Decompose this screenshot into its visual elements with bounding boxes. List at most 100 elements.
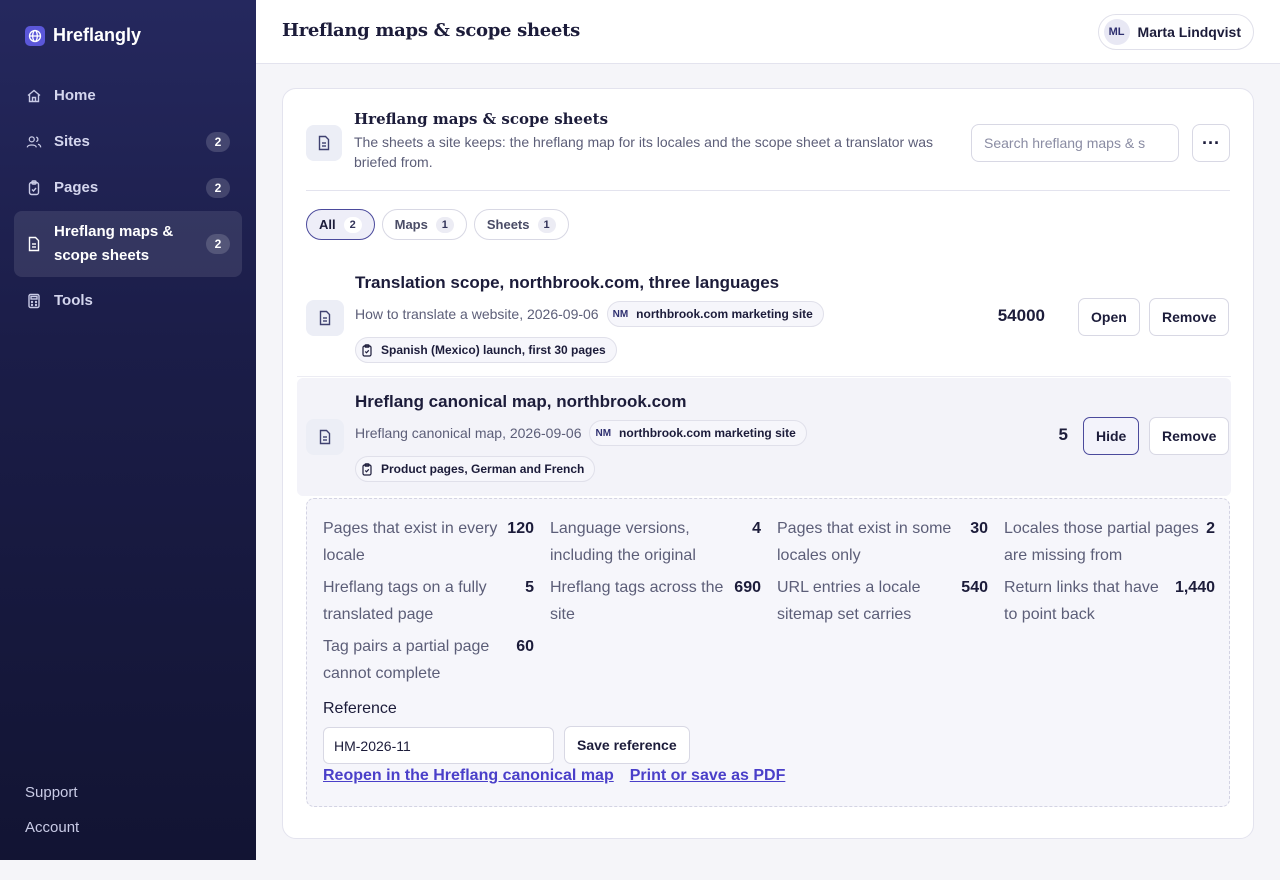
clipboard-icon	[26, 179, 42, 196]
stat-value: 4	[752, 520, 761, 537]
row-title[interactable]: Translation scope, northbrook.com, three…	[355, 273, 779, 293]
tab-label: All	[319, 217, 336, 232]
stat-value: 540	[961, 579, 988, 596]
stat-label: Pages that exist in some locales only	[777, 520, 952, 564]
document-icon	[306, 419, 344, 455]
remove-button[interactable]: Remove	[1149, 417, 1230, 455]
clipboard-icon	[361, 343, 373, 357]
users-icon	[26, 134, 42, 150]
sidebar: Hreflangly Home Sites 2 Pages 2 Hreflang…	[0, 0, 256, 860]
stats-grid: Pages that exist in every locale 120 Lang…	[323, 515, 1215, 687]
list-item: Translation scope, northbrook.com, three…	[297, 259, 1231, 377]
document-icon	[306, 125, 342, 161]
stat-label: URL entries a locale sitemap set carries	[777, 579, 921, 623]
stat-item: Language versions, including the origina…	[550, 515, 761, 569]
row-title[interactable]: Hreflang canonical map, northbrook.com	[355, 392, 687, 412]
site-avatar: NM	[612, 308, 629, 320]
site-name: northbrook.com marketing site	[636, 307, 813, 321]
user-menu[interactable]: ML Marta Lindqvist	[1097, 14, 1254, 50]
document-icon	[306, 300, 344, 336]
reference-input[interactable]	[323, 727, 554, 764]
support-link[interactable]: Support	[25, 784, 78, 801]
more-icon: ···	[1202, 132, 1220, 153]
tab-sheets[interactable]: Sheets 1	[473, 209, 569, 240]
print-link[interactable]: Print or save as PDF	[630, 767, 786, 785]
account-link[interactable]: Account	[25, 819, 79, 836]
stat-item: Return links that have to point back 1,44…	[1004, 574, 1215, 628]
filter-tabs: All 2 Maps 1 Sheets 1	[306, 209, 569, 240]
page-name: Spanish (Mexico) launch, first 30 pages	[381, 343, 606, 357]
site-chip[interactable]: NM northbrook.com marketing site	[606, 301, 824, 327]
more-options-button[interactable]: ···	[1192, 124, 1230, 162]
reopen-link[interactable]: Reopen in the Hreflang canonical map	[323, 767, 614, 785]
hide-button[interactable]: Hide	[1083, 417, 1140, 455]
count-badge: 2	[206, 131, 230, 152]
tab-maps[interactable]: Maps 1	[381, 209, 467, 240]
sidebar-item-label: Tools	[54, 291, 93, 309]
site-name: northbrook.com marketing site	[619, 426, 796, 440]
stat-item: URL entries a locale sitemap set carries…	[777, 574, 988, 628]
sidebar-item-hreflang-maps[interactable]: Hreflang maps & scope sheets 2	[14, 211, 242, 277]
page-name: Product pages, German and French	[381, 462, 585, 476]
list-item: Hreflang canonical map, northbrook.com H…	[297, 378, 1231, 496]
stat-label: Language versions, including the origina…	[550, 520, 696, 564]
open-button[interactable]: Open	[1078, 298, 1140, 336]
save-reference-button[interactable]: Save reference	[564, 726, 690, 764]
globe-icon	[25, 25, 45, 46]
stat-value: 2	[1206, 520, 1215, 537]
stat-value: 30	[970, 520, 988, 537]
stat-item: Hreflang tags on a fully translated page…	[323, 574, 534, 628]
sidebar-item-sites[interactable]: Sites 2	[14, 119, 242, 164]
detail-panel: Pages that exist in every locale 120 Lang…	[306, 498, 1230, 807]
remove-button[interactable]: Remove	[1149, 298, 1230, 336]
stat-value: 120	[507, 520, 534, 537]
site-chip[interactable]: NM northbrook.com marketing site	[589, 420, 807, 446]
brand-name: Hreflangly	[53, 25, 142, 45]
home-icon	[26, 88, 42, 104]
row-subtitle: Hreflang canonical map, 2026-09-06	[355, 425, 582, 441]
count-badge: 2	[206, 234, 230, 254]
sidebar-item-home[interactable]: Home	[14, 73, 242, 118]
brand[interactable]: Hreflangly	[25, 25, 141, 46]
sidebar-nav: Home Sites 2 Pages 2 Hreflang maps & sco…	[14, 73, 242, 324]
page-chip[interactable]: Product pages, German and French	[355, 456, 596, 482]
sheets-card: Hreflang maps & scope sheets The sheets …	[282, 88, 1254, 839]
calculator-icon	[26, 293, 42, 309]
panel-links: Reopen in the Hreflang canonical map Pri…	[323, 767, 785, 785]
stat-value: 1,440	[1174, 579, 1215, 596]
page-title: Hreflang maps & scope sheets	[282, 20, 580, 41]
card-description: The sheets a site keeps: the hreflang ma…	[354, 134, 933, 170]
row-meta: How to translate a website, 2026-09-06 N…	[355, 301, 824, 327]
sidebar-item-label: Pages	[54, 178, 99, 196]
search-input[interactable]	[971, 124, 1179, 162]
stat-label: Return links that have to point back	[1004, 579, 1159, 623]
stat-value: 60	[516, 638, 534, 655]
sidebar-item-pages[interactable]: Pages 2	[14, 165, 242, 210]
stat-label: Pages that exist in every locale	[323, 520, 498, 564]
row-subtitle: How to translate a website, 2026-09-06	[355, 306, 599, 322]
site-avatar: NM	[595, 427, 612, 439]
stat-value: 5	[525, 579, 534, 596]
tab-label: Maps	[394, 217, 428, 232]
stat-item: Pages that exist in some locales only 30	[777, 515, 988, 569]
topbar: Hreflang maps & scope sheets ML Marta Li…	[256, 0, 1280, 64]
tab-label: Sheets	[486, 217, 530, 232]
row-count: 5	[1058, 425, 1068, 444]
row-count: 54000	[997, 306, 1045, 325]
tab-count: 2	[343, 216, 362, 233]
clipboard-icon	[361, 462, 373, 476]
tab-count: 1	[537, 216, 556, 233]
stat-label: Tag pairs a partial page cannot complete	[323, 638, 490, 682]
stat-label: Hreflang tags on a fully translated page	[323, 579, 487, 623]
user-name: Marta Lindqvist	[1137, 24, 1241, 40]
sidebar-item-label: Home	[54, 86, 96, 104]
sidebar-item-label: Sites	[54, 132, 90, 150]
sidebar-item-tools[interactable]: Tools	[14, 278, 242, 323]
avatar: ML	[1103, 19, 1130, 45]
count-badge: 2	[206, 177, 230, 198]
page-chip[interactable]: Spanish (Mexico) launch, first 30 pages	[355, 337, 617, 363]
tab-all[interactable]: All 2	[306, 209, 375, 240]
sidebar-item-label: Hreflang maps & scope sheets	[54, 223, 174, 264]
stat-item: Pages that exist in every locale 120	[323, 515, 534, 569]
reference-label: Reference	[323, 700, 397, 717]
